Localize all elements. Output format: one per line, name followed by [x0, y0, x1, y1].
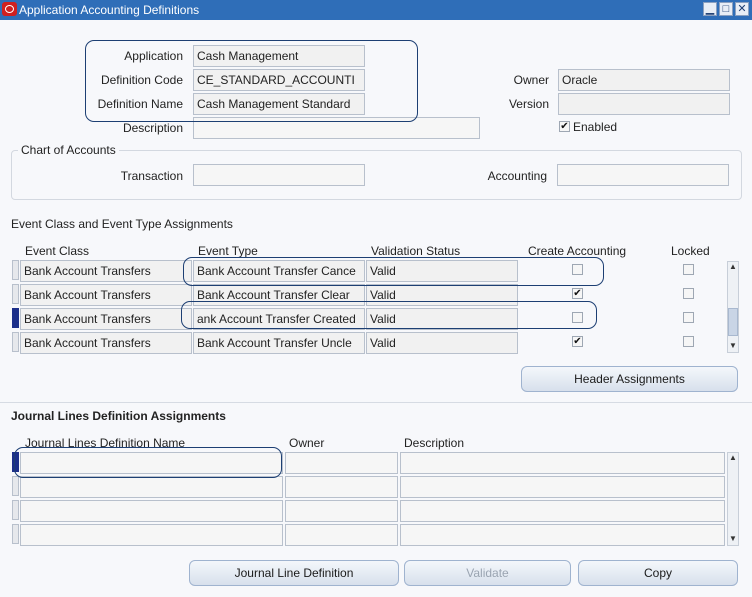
chart-of-accounts-title: Chart of Accounts — [18, 143, 119, 157]
jld-highlight-box — [14, 447, 282, 478]
validate-button[interactable]: Validate — [404, 560, 571, 586]
validate-label: Validate — [466, 566, 509, 580]
col-validation-status: Validation Status — [371, 244, 461, 258]
event-class-cell[interactable]: Bank Account Transfers — [20, 284, 192, 306]
row-selector-active[interactable] — [12, 308, 19, 328]
enabled-label: Enabled — [573, 120, 618, 134]
accounting-label: Accounting — [487, 169, 547, 183]
transaction-label: Transaction — [120, 169, 183, 183]
row-highlight-box — [183, 257, 604, 286]
copy-button[interactable]: Copy — [578, 560, 738, 586]
section-divider — [0, 402, 752, 403]
close-icon[interactable]: ✕ — [735, 2, 749, 16]
col-jld-description: Description — [404, 436, 465, 450]
jld-description-cell[interactable] — [400, 524, 725, 546]
event-class-cell[interactable]: Bank Account Transfers — [20, 260, 192, 282]
locked-checkbox[interactable] — [683, 312, 694, 323]
locked-checkbox[interactable] — [683, 264, 694, 275]
row-selector[interactable] — [12, 260, 19, 280]
event-class-cell[interactable]: Bank Account Transfers — [20, 332, 192, 354]
jld-description-cell[interactable] — [400, 452, 725, 474]
row-selector[interactable] — [12, 332, 19, 352]
locked-checkbox[interactable] — [683, 336, 694, 347]
accounting-field[interactable] — [557, 164, 729, 186]
col-jld-owner: Owner — [289, 436, 325, 450]
create-accounting-checkbox[interactable]: ✔ — [572, 288, 583, 299]
event-class-cell[interactable]: Bank Account Transfers — [20, 308, 192, 330]
col-event-type: Event Type — [198, 244, 258, 258]
locked-checkbox[interactable] — [683, 288, 694, 299]
create-accounting-checkbox[interactable]: ✔ — [572, 336, 583, 347]
jld-owner-cell[interactable] — [285, 500, 398, 522]
event-assignments-title: Event Class and Event Type Assignments — [11, 217, 233, 231]
jld-description-cell[interactable] — [400, 476, 725, 498]
scroll-down-icon[interactable]: ▼ — [728, 534, 738, 544]
col-create-accounting: Create Accounting — [528, 244, 627, 258]
header-assignments-label: Header Assignments — [574, 372, 685, 386]
scroll-down-icon[interactable]: ▼ — [728, 341, 738, 351]
row-selector[interactable] — [12, 500, 19, 520]
row-selector[interactable] — [12, 476, 19, 496]
owner-label: Owner — [513, 73, 549, 87]
copy-label: Copy — [643, 566, 672, 580]
event-table-scrollbar[interactable]: ▲ ▼ — [727, 261, 739, 353]
event-type-cell[interactable]: Bank Account Transfer Uncle — [193, 332, 365, 354]
row-selector[interactable] — [12, 524, 19, 544]
jld-name-cell[interactable] — [20, 476, 283, 498]
owner-field[interactable]: Oracle — [558, 69, 730, 91]
row-selector[interactable] — [12, 284, 19, 304]
col-locked: Locked — [671, 244, 710, 258]
validation-status-cell[interactable]: Valid — [366, 332, 518, 354]
version-field[interactable] — [558, 93, 730, 115]
scroll-up-icon[interactable]: ▲ — [728, 453, 738, 463]
header-assignments-button[interactable]: Header Assignments — [521, 366, 738, 392]
jld-description-cell[interactable] — [400, 500, 725, 522]
description-label: Description — [122, 121, 183, 135]
journal-line-definition-label: Journal Line Definition — [234, 566, 354, 580]
header-highlight-box — [85, 40, 418, 122]
row-highlight-box — [181, 301, 597, 329]
journal-lines-title: Journal Lines Definition Assignments — [11, 409, 226, 423]
checkmark-icon: ✔ — [573, 336, 582, 347]
journal-lines-scrollbar[interactable]: ▲ ▼ — [727, 452, 739, 546]
maximize-icon[interactable]: □ — [719, 2, 733, 16]
enabled-checkbox[interactable]: ✔ — [559, 121, 570, 132]
window-title: Application Accounting Definitions — [19, 3, 200, 17]
jld-owner-cell[interactable] — [285, 524, 398, 546]
transaction-field[interactable] — [193, 164, 365, 186]
title-bar: Application Accounting Definitions ▁ □ ✕ — [0, 0, 752, 20]
checkmark-icon: ✔ — [573, 288, 582, 299]
jld-name-cell[interactable] — [20, 524, 283, 546]
jld-name-cell[interactable] — [20, 500, 283, 522]
scroll-up-icon[interactable]: ▲ — [728, 262, 738, 272]
scroll-thumb[interactable] — [728, 308, 738, 336]
jld-owner-cell[interactable] — [285, 452, 398, 474]
col-event-class: Event Class — [25, 244, 90, 258]
minimize-icon[interactable]: ▁ — [703, 2, 717, 16]
version-label: Version — [508, 97, 549, 111]
journal-line-definition-button[interactable]: Journal Line Definition — [189, 560, 399, 586]
oracle-icon[interactable] — [2, 2, 17, 16]
checkmark-icon: ✔ — [560, 121, 569, 132]
jld-owner-cell[interactable] — [285, 476, 398, 498]
